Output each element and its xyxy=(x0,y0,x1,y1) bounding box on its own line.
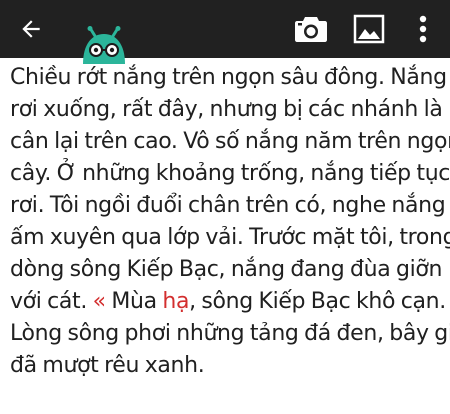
text-line: cân lại trên cao. Vô số nắng năm trên ng… xyxy=(10,129,450,154)
app-toolbar xyxy=(0,0,450,58)
text-line: cây. Ở những khoảng trống, nắng tiếp tục xyxy=(10,161,450,186)
text-line: ấm xuyên qua lớp vải. Trước mặt tôi, tro… xyxy=(10,225,450,250)
image-button[interactable] xyxy=(348,0,390,58)
camera-button[interactable] xyxy=(290,0,332,58)
text-line: dòng sông Kiếp Bạc, nắng đang đùa giỡn xyxy=(10,257,443,282)
camera-icon xyxy=(295,17,327,42)
text-line: rơi. Tôi ngồi đuổi chân trên có, nghe nắ… xyxy=(10,193,446,218)
text-line: Lòng sông phơi những tảng đá đen, bây gi… xyxy=(10,321,450,346)
text-segment: Mùa xyxy=(105,289,163,314)
text-segment: với cát. xyxy=(10,289,93,314)
image-icon xyxy=(353,14,385,44)
arrow-left-icon xyxy=(22,20,40,38)
back-button[interactable] xyxy=(8,0,54,58)
text-line: rơi xuống, rất đây, nhưng bị các nhánh l… xyxy=(10,97,443,122)
more-vert-icon xyxy=(419,15,427,43)
mascot xyxy=(80,26,128,66)
article-text: Chiều rớt nắng trên ngọn sâu đông. Nắng … xyxy=(10,62,450,382)
more-options-button[interactable] xyxy=(404,0,442,58)
robot-mascot-icon xyxy=(83,26,125,64)
highlighted-word[interactable]: hạ xyxy=(162,289,189,314)
quote-marker[interactable]: « xyxy=(93,289,106,314)
text-segment: , sông Kiếp Bạc khô cạn. xyxy=(189,289,446,314)
text-line: đã mượt rêu xanh. xyxy=(10,353,205,378)
screen: Chiều rớt nắng trên ngọn sâu đông. Nắng … xyxy=(0,0,450,414)
text-line: Chiều rớt nắng trên ngọn sâu đông. Nắng xyxy=(10,65,447,90)
text-line: với cát. « Mùa hạ, sông Kiếp Bạc khô cạn… xyxy=(10,286,446,318)
